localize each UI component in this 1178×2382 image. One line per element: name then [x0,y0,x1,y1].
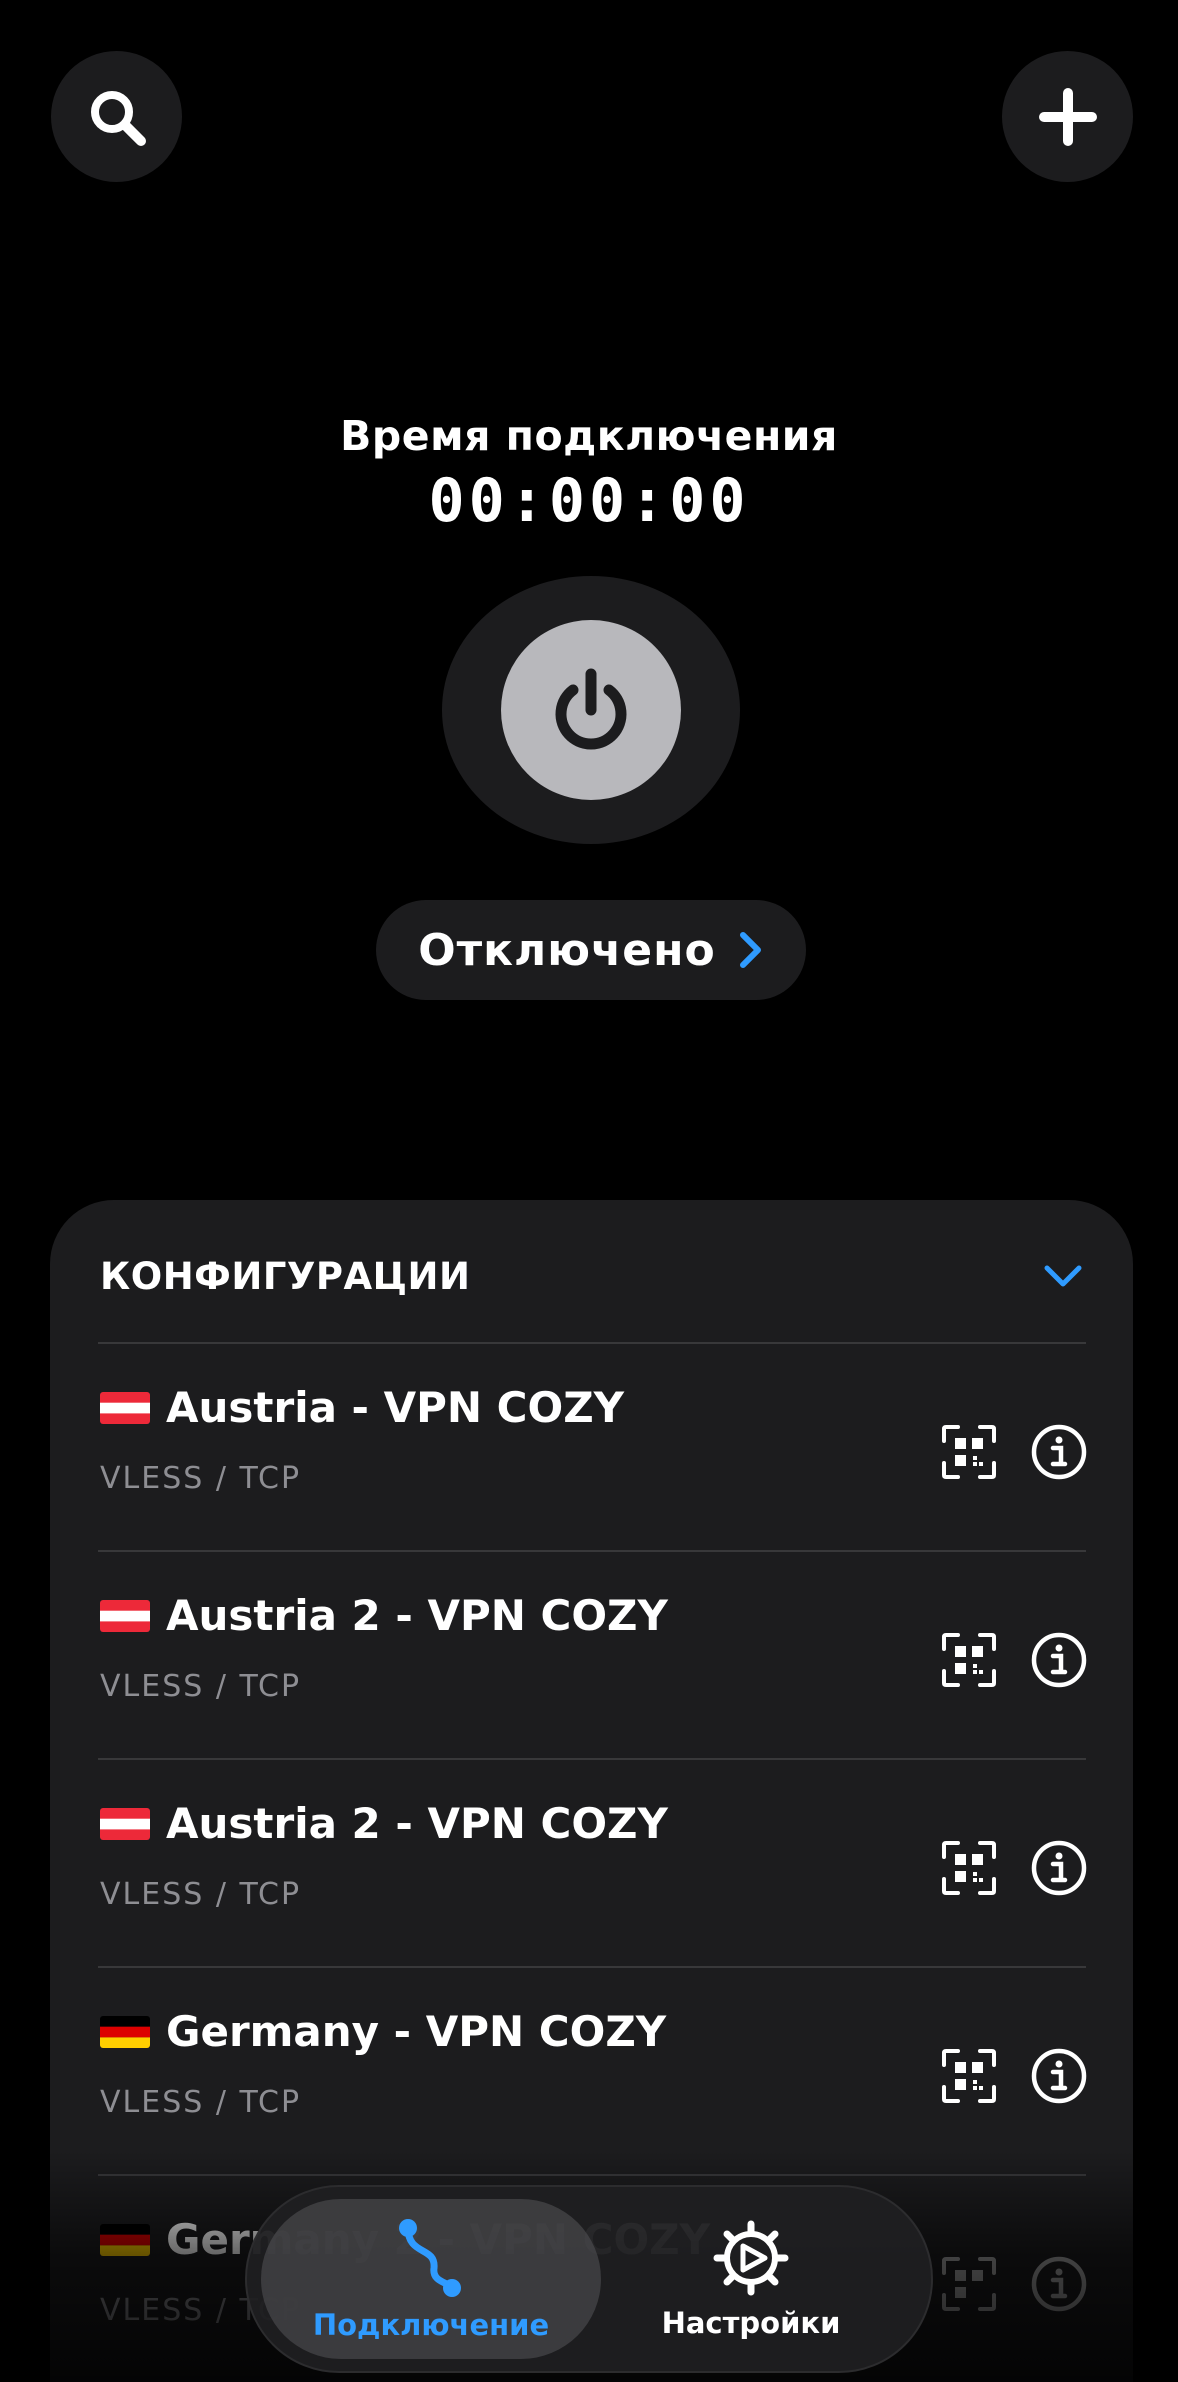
qr-code-icon[interactable] [940,2255,998,2313]
config-protocol: VLESS / TCP [100,1877,302,1912]
chevron-right-icon [739,932,761,968]
config-title: Austria - VPN COZY [100,1383,624,1432]
power-button[interactable] [442,576,740,844]
germany-flag-icon [100,2223,150,2256]
qr-code-icon[interactable] [940,1423,998,1481]
config-name: Austria 2 - VPN COZY [166,1591,668,1640]
qr-code-icon[interactable] [940,1839,998,1897]
tab-connection[interactable]: Подключение [261,2199,601,2359]
vpn-screen: Время подключения 00:00:00 Отключено КОН… [0,0,1178,2382]
power-button-core [501,620,681,800]
qr-code-icon[interactable] [940,1631,998,1689]
config-name: Austria - VPN COZY [166,1383,625,1432]
tab-settings[interactable]: Настройки [581,2199,921,2359]
info-icon[interactable] [1030,2047,1088,2105]
austria-flag-icon [100,1391,150,1424]
config-protocol: VLESS / TCP [100,2085,302,2120]
config-name: Germany - VPN COZY [166,2007,667,2056]
connection-status-button[interactable]: Отключено [376,900,806,1000]
tab-settings-label: Настройки [661,2306,841,2340]
config-protocol: VLESS / TCP [100,1461,302,1496]
config-row[interactable]: Austria - VPN COZY VLESS / TCP [50,1343,1133,1549]
config-title: Germany - VPN COZY [100,2007,666,2056]
info-icon[interactable] [1030,1423,1088,1481]
info-icon[interactable] [1030,1839,1088,1897]
config-title: Austria 2 - VPN COZY [100,1799,668,1848]
plus-icon [1038,87,1097,146]
add-config-button[interactable] [1002,51,1133,182]
germany-flag-icon [100,2015,150,2048]
info-icon[interactable] [1030,2255,1088,2313]
tab-bar: Подключение Настройки [245,2185,933,2373]
configurations-title: КОНФИГУРАЦИИ [100,1254,471,1298]
tab-connection-label: Подключение [312,2308,550,2342]
configurations-header[interactable]: КОНФИГУРАЦИИ [100,1246,1083,1306]
austria-flag-icon [100,1807,150,1840]
connection-status-text: Отключено [418,924,716,976]
chevron-down-icon[interactable] [1043,1263,1083,1289]
config-name: Austria 2 - VPN COZY [166,1799,668,1848]
route-icon [399,2219,461,2297]
connection-time-label: Время подключения [340,412,838,460]
search-button[interactable] [51,51,182,182]
qr-code-icon[interactable] [940,2047,998,2105]
search-icon [90,90,146,146]
config-row[interactable]: Germany - VPN COZY VLESS / TCP [50,1967,1133,2173]
info-icon[interactable] [1030,1631,1088,1689]
power-icon [555,668,627,750]
austria-flag-icon [100,1599,150,1632]
config-row[interactable]: Austria 2 - VPN COZY VLESS / TCP [50,1551,1133,1757]
gear-icon [713,2220,789,2296]
config-title: Austria 2 - VPN COZY [100,1591,668,1640]
config-protocol: VLESS / TCP [100,1669,302,1704]
config-row[interactable]: Austria 2 - VPN COZY VLESS / TCP [50,1759,1133,1965]
connection-time-value: 00:00:00 [428,466,750,536]
